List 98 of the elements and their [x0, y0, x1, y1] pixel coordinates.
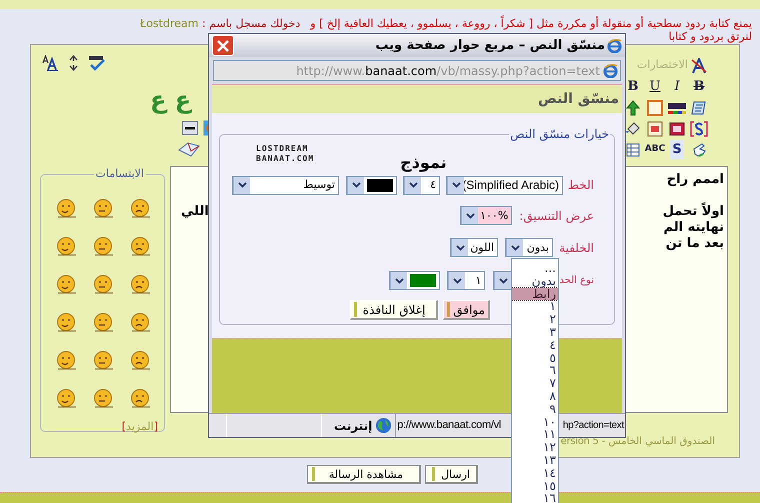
close-icon: [217, 40, 229, 52]
more-smilies-link[interactable]: [ المزيد]: [122, 418, 158, 435]
smiley-icon[interactable]: [128, 312, 150, 332]
dropdown-option[interactable]: ٣: [512, 326, 558, 339]
symbol-icon[interactable]: [690, 120, 708, 136]
frame-icon[interactable]: [647, 100, 663, 116]
close-button[interactable]: [212, 35, 234, 56]
width-select[interactable]: %١٠٠: [460, 206, 512, 226]
smiley-icon[interactable]: [92, 388, 114, 408]
line-spacing-icon[interactable]: [69, 55, 78, 71]
dropdown-option[interactable]: ...: [512, 262, 558, 275]
browser-icon: [603, 63, 618, 78]
dropdown-option[interactable]: ٢: [512, 313, 558, 326]
globe-icon: [375, 417, 392, 434]
color-select[interactable]: [346, 176, 397, 195]
ok-button[interactable]: موافق: [443, 300, 490, 320]
smiley-icon[interactable]: [128, 198, 150, 218]
format-button[interactable]: S: [670, 140, 684, 160]
border-color-select[interactable]: [389, 271, 440, 290]
message-line: بعد ما تن: [666, 236, 724, 251]
image-icon[interactable]: [669, 120, 685, 136]
format-button[interactable]: U: [650, 79, 660, 94]
logo-text: LOSTDREAM BANAAT.COM: [256, 144, 314, 164]
message-line: اللي: [181, 204, 209, 220]
zone-text: إنترنت: [334, 418, 372, 435]
dropdown-option[interactable]: ١٣: [512, 454, 558, 467]
address-url: http://www.banaat.com/vb/massy.php?action=text: [296, 62, 600, 80]
dialog-heading: منسّق النص: [538, 90, 619, 109]
smiley-icon[interactable]: [54, 198, 76, 218]
send-button[interactable]: ارسال: [425, 465, 478, 484]
border-width-select[interactable]: ١: [447, 271, 486, 290]
width-label: عرض التنسيق:: [519, 208, 594, 225]
smiley-icon[interactable]: [128, 236, 150, 256]
smiley-icon[interactable]: [54, 312, 76, 332]
format-button[interactable]: I: [674, 79, 680, 94]
smiley-icon[interactable]: [54, 236, 76, 256]
dropdown-option[interactable]: ١٢: [512, 441, 558, 454]
smiley-icon[interactable]: [128, 274, 150, 294]
forum-rule-text: لنرتق بردود و كتابا: [668, 30, 752, 43]
dropdown-option[interactable]: ٨: [512, 390, 558, 403]
dropdown-option[interactable]: ١٦: [512, 492, 558, 503]
preview-button[interactable]: مشاهدة الرسالة: [307, 465, 422, 484]
status-url-text: hp?action=text: [562, 419, 624, 434]
smiley-icon[interactable]: [92, 236, 114, 256]
scroll-icon[interactable]: [691, 100, 707, 116]
arrow-up-icon[interactable]: [626, 100, 640, 116]
dropdown-option[interactable]: ٥: [512, 352, 558, 364]
font-label: الخط: [567, 177, 594, 194]
message-line: اممم راح: [666, 172, 724, 187]
dropdown-option[interactable]: ١١: [512, 428, 558, 442]
dropdown-option[interactable]: ١٠: [512, 416, 558, 428]
dropdown-option[interactable]: ٦: [512, 364, 558, 378]
smiley-icon[interactable]: [128, 388, 150, 408]
spellcheck-icon[interactable]: [88, 55, 106, 71]
smiley-icon[interactable]: [92, 198, 114, 218]
align-select[interactable]: توسيط: [232, 176, 339, 195]
sample-text: نموذج: [400, 152, 447, 174]
dropdown-option[interactable]: ٩: [512, 402, 558, 416]
dropdown-option[interactable]: ١٥: [512, 480, 558, 492]
smiley-icon[interactable]: [54, 388, 76, 408]
size-select[interactable]: ٤: [403, 176, 440, 195]
dropdown-option[interactable]: ١: [512, 300, 558, 314]
background-color-select[interactable]: اللون: [450, 238, 498, 258]
border-label: نوع الحد: [559, 274, 594, 288]
message-line: نهايته الم: [664, 220, 724, 235]
smiley-icon[interactable]: [92, 350, 114, 370]
smiley-icon[interactable]: [54, 350, 76, 370]
background-label: الخلفية: [558, 240, 594, 257]
options-legend: خيارات منسّق النص: [509, 125, 610, 144]
font-size-icon[interactable]: [42, 55, 59, 71]
font-select[interactable]: (Simplified Arabic): [446, 176, 563, 195]
table-icon[interactable]: [626, 142, 640, 156]
forum-rule-text: يمنع كتابة ردود سطحية أو منقولة أو مكررة مثل [ شكراً ، رووعة ، يسلموو ، يعطيك العافية إلخ ] و: [310, 17, 752, 30]
smilies-title: الابتسامات: [94, 166, 145, 182]
text-color-icon[interactable]: [667, 100, 687, 114]
dropdown-option[interactable]: ٧: [512, 377, 558, 390]
status-url-text: p://www.banaat.com/vl: [397, 418, 501, 434]
browser-icon: [607, 38, 622, 54]
dropdown-option[interactable]: رابط: [512, 288, 558, 300]
dropdown-option[interactable]: ٤: [512, 338, 558, 352]
smiley-icon[interactable]: [92, 312, 114, 332]
mail-icon[interactable]: [178, 142, 200, 157]
smiley-icon[interactable]: [54, 274, 76, 294]
smiley-icon[interactable]: [92, 274, 114, 294]
dropdown-option[interactable]: بدون: [512, 274, 558, 288]
smiley-icon[interactable]: [128, 350, 150, 370]
format-button[interactable]: ABC: [644, 142, 666, 156]
message-line: اولاً تحمل: [662, 204, 724, 220]
remove-format-icon[interactable]: [691, 58, 707, 74]
preview-letters: ع ع: [150, 87, 192, 113]
format-button[interactable]: B: [628, 79, 638, 94]
background-select[interactable]: بدون: [505, 238, 553, 258]
highlight-icon[interactable]: [647, 120, 663, 136]
format-button[interactable]: B: [694, 79, 704, 94]
close-window-button[interactable]: إغلاق النافذة: [350, 300, 438, 320]
dialog-title: منسّق النص – مربع حوار صفحة ويب: [375, 36, 605, 55]
shortcuts-label: الاختصارات: [636, 57, 688, 74]
dropdown-option[interactable]: ١٤: [512, 466, 558, 480]
